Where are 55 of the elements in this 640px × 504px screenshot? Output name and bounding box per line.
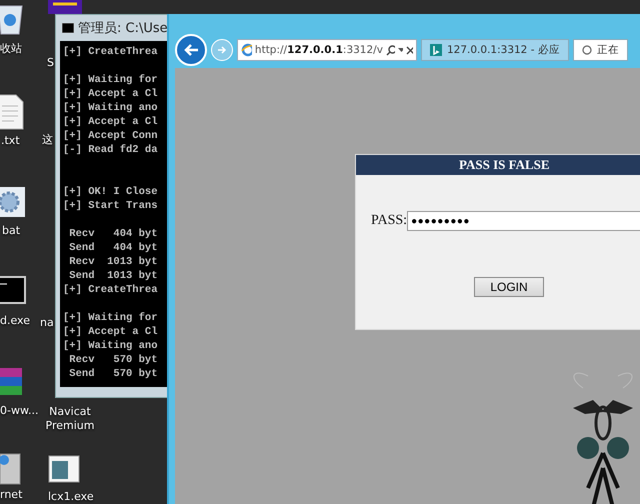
- address-text: http://127.0.0.1:3312/v: [254, 44, 383, 56]
- back-button[interactable]: [175, 34, 207, 66]
- console-line: [-] Read fd2 da: [63, 143, 159, 157]
- password-field[interactable]: ●●●●●●●●●: [407, 211, 640, 231]
- console-line: [+] OK! I Close: [63, 185, 159, 199]
- browser-tab[interactable]: 正在: [572, 39, 628, 61]
- loading-icon: [582, 45, 592, 55]
- close-icon[interactable]: [406, 46, 413, 54]
- desktop-icon-label[interactable]: 0-ww...: [0, 404, 38, 418]
- search-icon[interactable]: [386, 44, 394, 56]
- console-line: [+] Waiting for: [63, 73, 159, 87]
- browser-tab[interactable]: 127.0.0.1:3312 - 必应: [421, 39, 569, 61]
- back-arrow-icon: [183, 43, 199, 57]
- console-icon: [62, 23, 74, 33]
- forward-arrow-icon: [217, 45, 227, 55]
- desktop-icon-label[interactable]: 收站: [0, 42, 22, 56]
- desktop-icon-label[interactable]: 这: [42, 133, 53, 148]
- console-line: Send 404 byt: [68, 241, 159, 255]
- desktop-icon-label[interactable]: Navicat Premium: [44, 405, 96, 434]
- desktop-icon-label[interactable]: rnet: [0, 488, 22, 502]
- console-line: Recv 404 byt: [68, 227, 159, 241]
- console-line: [+] Accept a Cl: [63, 115, 159, 129]
- browser-logo-icon: [241, 43, 252, 57]
- gear-icon: [0, 186, 26, 218]
- desktop-icon-label[interactable]: .txt: [1, 134, 20, 148]
- console-line: Recv 1013 byt: [68, 255, 159, 269]
- console-line: Send 1013 byt: [68, 269, 159, 283]
- console-line: [+] Start Trans: [63, 199, 159, 213]
- console-line: [+] Waiting ano: [63, 101, 159, 115]
- window-title: 管理员: C:\Use: [78, 20, 168, 37]
- text-file-icon: [0, 94, 24, 130]
- console-line: Recv 570 byt: [68, 353, 159, 367]
- console-line: [+] Accept Conn: [63, 129, 159, 143]
- console-icon: [0, 276, 26, 304]
- console-line: [+] Waiting for: [63, 311, 159, 325]
- desktop-icon-label[interactable]: na: [40, 316, 54, 330]
- console-line: [+] Waiting ano: [63, 339, 159, 353]
- console-line: [+] Accept a Cl: [63, 87, 159, 101]
- desktop-icon-label[interactable]: d.exe: [0, 314, 30, 328]
- app-icon: [48, 0, 82, 14]
- console-line: [+] CreateThrea: [63, 283, 159, 297]
- panel-header: PASS IS FALSE: [356, 155, 640, 175]
- window-icon: [48, 455, 80, 483]
- address-bar[interactable]: http://127.0.0.1:3312/v: [237, 39, 417, 61]
- desktop-icon-label[interactable]: lcx1.exe: [48, 490, 94, 504]
- field-label: PASS:: [371, 213, 408, 229]
- console-line: Send 570 byt: [68, 367, 159, 381]
- caret-icon[interactable]: [398, 48, 403, 52]
- desktop-icon-label[interactable]: bat: [2, 224, 20, 238]
- login-button[interactable]: LOGIN: [474, 277, 544, 297]
- bing-logo-icon: [430, 44, 442, 56]
- console-line: [+] CreateThrea: [63, 45, 159, 59]
- desktop-icon-label[interactable]: S: [47, 56, 54, 70]
- archive-icon: [0, 366, 24, 398]
- console-line: [+] Accept a Cl: [63, 325, 159, 339]
